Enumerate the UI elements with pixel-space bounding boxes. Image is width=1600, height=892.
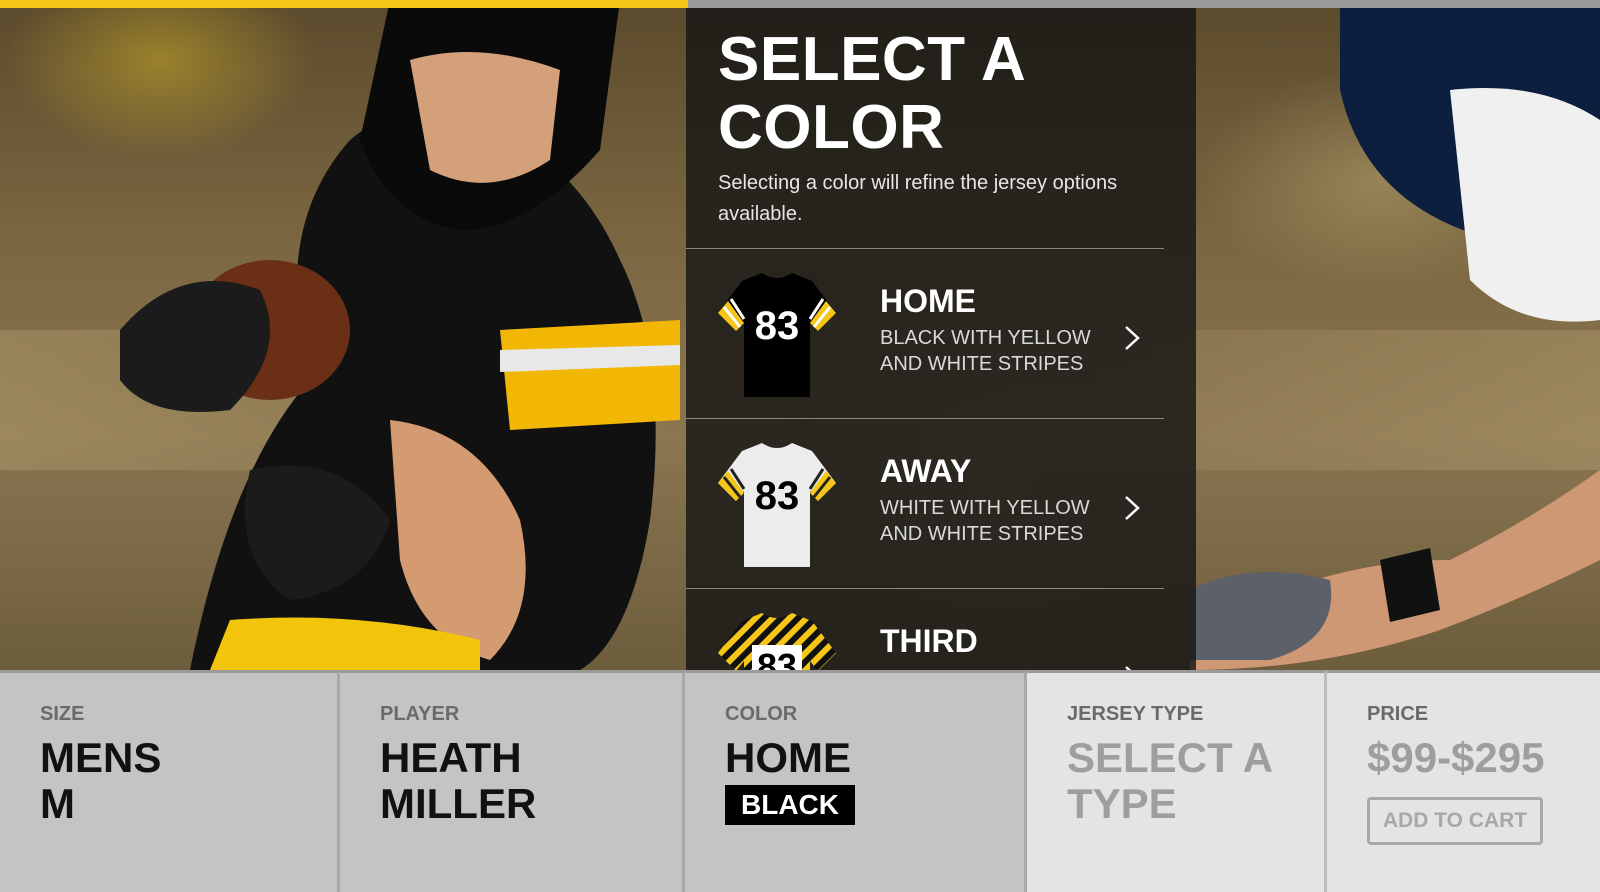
panel-title: SELECT A COLOR [718,25,1024,162]
price-value: $99-$295 [1367,734,1545,781]
player-label: PLAYER [380,703,460,725]
add-to-cart-button[interactable]: ADD TO CART [1367,797,1543,845]
chevron-right-icon [1125,496,1140,520]
summary-price: PRICE $99-$295 ADD TO CART [1327,670,1600,892]
size-line2: M [40,780,75,827]
home-jersey-number: 83 [755,304,800,348]
player-line1: HEATH [380,734,522,781]
player-photo-right [1190,0,1600,670]
away-jersey-number: 83 [755,474,800,518]
option-name: AWAY [880,453,972,489]
chevron-right-icon [1125,666,1132,670]
color-badge: BLACK [725,785,855,825]
summary-jersey-type[interactable]: JERSEY TYPE SELECT A TYPE [1027,670,1327,892]
away-jersey-icon: 83 [718,443,836,567]
chevron-right-icon [1125,326,1140,350]
summary-player[interactable]: PLAYER HEATH MILLER [340,670,685,892]
option-name: HOME [880,283,976,319]
option-description: BLACK WITH YELLOW AND WHITE STRIPES [880,327,1091,375]
panel-subtitle: Selecting a color will refine the jersey… [718,172,1118,225]
size-value: MENS M [40,735,161,827]
option-name: THIRD [880,623,978,659]
size-label: SIZE [40,703,85,725]
color-option-home[interactable]: 83 HOME BLACK WITH YELLOW AND WHITE STRI… [686,248,1164,419]
color-selection-panel: SELECT A COLOR Selecting a color will re… [686,8,1196,670]
jersey-type-label: JERSEY TYPE [1067,703,1204,725]
jersey-type-value: SELECT A TYPE [1067,735,1273,827]
option-description: WHITE WITH YELLOW AND WHITE STRIPES [880,497,1090,545]
color-option-away[interactable]: 83 AWAY WHITE WITH YELLOW AND WHITE STRI… [686,418,1164,589]
player-line2: MILLER [380,780,537,827]
home-jersey-icon: 83 [718,273,836,397]
color-value: HOME [725,734,851,781]
jersey-type-line1: SELECT A [1067,734,1274,781]
jersey-type-line2: TYPE [1067,780,1177,827]
selection-summary-bar: SIZE MENS M PLAYER HEATH MILLER COLOR HO… [0,670,1600,892]
summary-size[interactable]: SIZE MENS M [0,670,340,892]
summary-color[interactable]: COLOR HOME BLACK [685,670,1027,892]
third-jersey-icon: 83 [718,613,836,670]
price-label: PRICE [1367,703,1429,725]
third-jersey-number: 83 [757,646,797,670]
color-label: COLOR [725,703,798,725]
player-value: HEATH MILLER [380,735,536,827]
size-line1: MENS [40,734,162,781]
progress-bar [0,0,1600,8]
color-option-third[interactable]: 83 THIRD [686,588,1164,670]
progress-bar-fill [0,0,688,8]
player-photo-left [120,0,680,670]
